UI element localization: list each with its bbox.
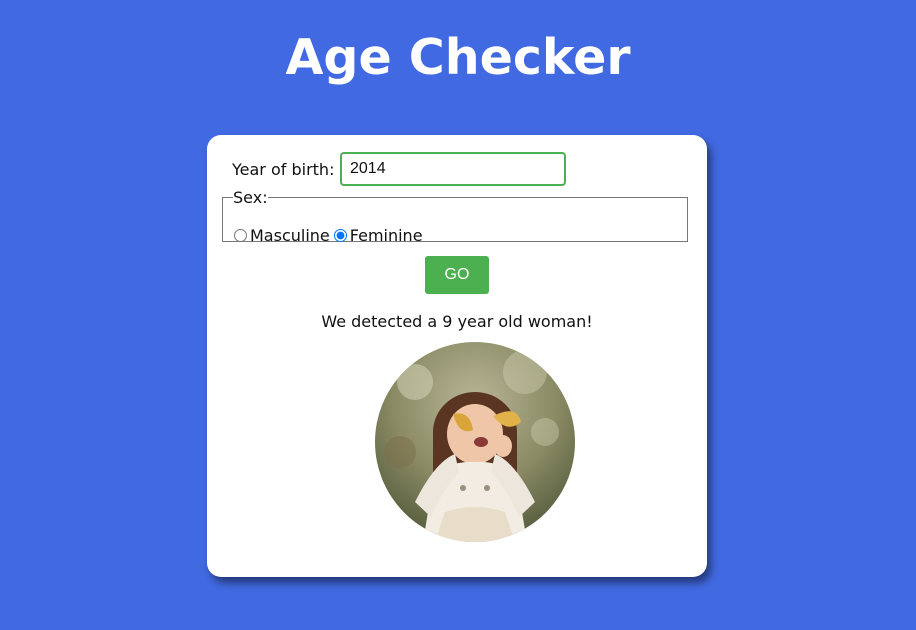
sex-fieldset: Sex: Masculine Feminine xyxy=(222,188,688,245)
age-checker-card: Year of birth: Sex: Masculine Feminine G… xyxy=(207,135,707,577)
masculine-radio[interactable] xyxy=(234,229,247,242)
result-message: We detected a 9 year old woman! xyxy=(321,312,593,331)
feminine-radio[interactable] xyxy=(333,229,347,242)
feminine-label: Feminine xyxy=(349,226,423,245)
go-button[interactable]: GO xyxy=(425,256,489,294)
page-title: Age Checker xyxy=(285,29,631,86)
sex-option-masculine[interactable]: Masculine xyxy=(234,226,330,245)
masculine-label: Masculine xyxy=(250,226,330,245)
sex-radio-group: Masculine Feminine xyxy=(234,226,427,245)
result-photo xyxy=(375,342,575,542)
sex-legend: Sex: xyxy=(233,188,268,207)
child-photo-illustration xyxy=(375,342,575,542)
birth-year-input[interactable] xyxy=(340,152,566,186)
sex-option-feminine[interactable]: Feminine xyxy=(333,226,423,245)
birth-year-label: Year of birth: xyxy=(232,159,335,179)
birth-year-row: Year of birth: xyxy=(232,150,566,188)
